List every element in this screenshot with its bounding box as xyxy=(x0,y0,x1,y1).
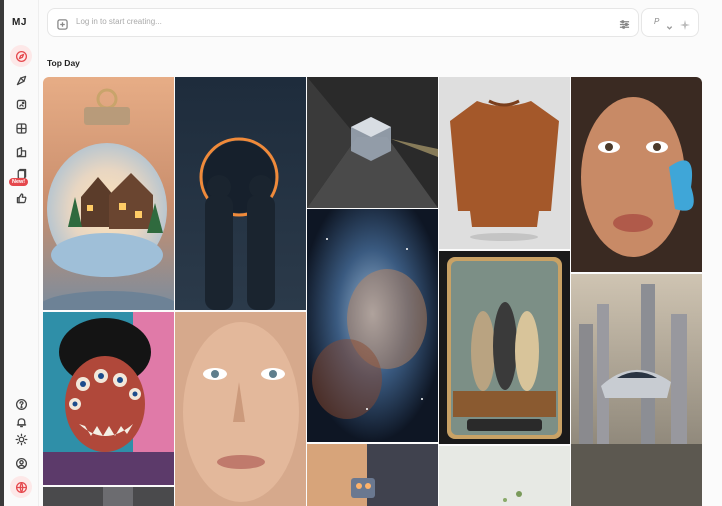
user-circle-icon xyxy=(15,457,27,469)
gallery-tile-sweater[interactable] xyxy=(439,77,570,249)
gallery-tile-tarot[interactable] xyxy=(439,251,570,444)
sparkle-icon[interactable] xyxy=(680,17,690,30)
palette-icon xyxy=(16,146,26,157)
question-icon xyxy=(15,398,27,410)
eclipse-image xyxy=(175,77,306,310)
gallery-tile-nebula[interactable] xyxy=(307,209,438,442)
gallery-tile-dark-street[interactable] xyxy=(43,487,174,506)
gallery-tile-woman-butterfly[interactable] xyxy=(571,77,702,272)
gallery-tile-glass-cube[interactable] xyxy=(307,77,438,208)
eyeball-monster-image xyxy=(43,312,174,485)
nav-edit[interactable] xyxy=(10,93,32,115)
nav-create[interactable] xyxy=(10,69,32,91)
gallery-tile-elderly-woman[interactable] xyxy=(175,312,306,506)
gallery-tile-misty-green[interactable] xyxy=(439,446,570,506)
compass-icon xyxy=(15,50,27,62)
sun-icon xyxy=(15,433,27,445)
gallery-tile-futuristic-city[interactable] xyxy=(571,274,702,506)
new-badge: New! xyxy=(9,178,29,186)
snow-globe-image xyxy=(43,77,174,310)
sweater-image xyxy=(439,77,570,249)
nav-organize[interactable] xyxy=(10,117,32,139)
chevron-down-icon xyxy=(666,18,673,30)
brush-icon xyxy=(16,75,26,85)
nav-theme[interactable] xyxy=(10,428,32,450)
mode-letter: P xyxy=(654,17,660,26)
dark-street-image xyxy=(43,487,174,506)
prompt-bar[interactable]: Log in to start creating... xyxy=(47,8,639,37)
misty-green-image xyxy=(439,446,570,506)
thumbs-up-icon xyxy=(16,192,26,203)
elderly-woman-image xyxy=(175,312,306,506)
settings-sliders-icon[interactable] xyxy=(619,17,630,29)
tarot-image xyxy=(439,251,570,444)
prompt-placeholder: Log in to start creating... xyxy=(76,17,162,26)
sidebar: MJ New! xyxy=(4,0,39,506)
nav-language[interactable] xyxy=(10,476,32,498)
gallery-tile-robot-sunset[interactable] xyxy=(307,444,438,506)
logo[interactable]: MJ xyxy=(12,17,27,28)
robot-sunset-image xyxy=(307,444,438,506)
image-edit-icon xyxy=(16,99,26,109)
bell-icon xyxy=(16,417,26,427)
nav-likes[interactable] xyxy=(10,187,32,209)
nebula-image xyxy=(307,209,438,442)
woman-butterfly-image xyxy=(571,77,702,272)
image-prompt-icon[interactable] xyxy=(57,17,68,30)
gallery-tile-eclipse[interactable] xyxy=(175,77,306,310)
mode-selector[interactable]: P xyxy=(641,8,699,37)
nav-personalize[interactable] xyxy=(10,141,32,163)
globe-icon xyxy=(15,481,27,493)
nav-account[interactable] xyxy=(10,452,32,474)
futuristic-city-image xyxy=(571,274,702,506)
grid-icon xyxy=(15,122,27,134)
glass-cube-image xyxy=(307,77,438,208)
gallery-tile-snow-globe[interactable] xyxy=(43,77,174,310)
gallery-tile-eyeball-monster[interactable] xyxy=(43,312,174,485)
section-title: Top Day xyxy=(47,58,80,68)
nav-explore[interactable] xyxy=(10,45,32,67)
